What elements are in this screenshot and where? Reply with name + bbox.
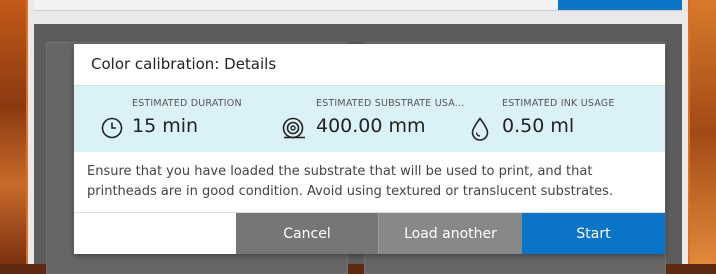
- cancel-button[interactable]: Cancel: [236, 213, 378, 254]
- substrate-roll-icon: [281, 117, 307, 143]
- background-wallpaper-right: [686, 0, 716, 264]
- estimate-label: ESTIMATED INK USAGE: [502, 98, 615, 109]
- estimates-panel: ESTIMATED DURATION 15 min ESTIMATED SUBS…: [74, 86, 665, 152]
- start-button[interactable]: Start: [522, 213, 665, 254]
- dialog-actions: Cancel Load another Start: [74, 212, 665, 254]
- dialog-description: Ensure that you have loaded the substrat…: [87, 164, 614, 199]
- clock-icon: [101, 117, 123, 143]
- estimate-label: ESTIMATED DURATION: [132, 98, 242, 109]
- estimate-value: 400.00 mm: [316, 115, 426, 137]
- dialog-title: Color calibration: Details: [74, 44, 665, 86]
- load-another-button[interactable]: Load another: [378, 213, 522, 254]
- top-accent-button[interactable]: [558, 0, 682, 10]
- actions-spacer: [74, 213, 236, 254]
- calibration-details-dialog: Color calibration: Details ESTIMATED DUR…: [74, 44, 665, 254]
- ink-drop-icon: [470, 117, 490, 145]
- estimate-value: 15 min: [132, 115, 199, 137]
- estimate-label: ESTIMATED SUBSTRATE USA...: [316, 98, 465, 109]
- estimate-value: 0.50 ml: [502, 115, 575, 137]
